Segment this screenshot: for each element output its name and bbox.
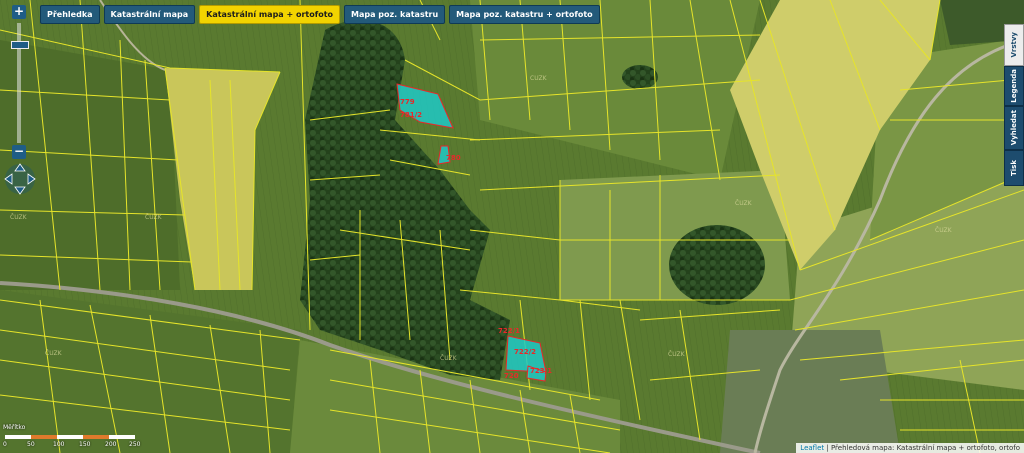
district-label: ČUZK — [668, 351, 686, 358]
side-tab-label: Vyhledat — [1010, 110, 1018, 146]
forest-round-grove — [669, 225, 765, 305]
scale-tick: 100 — [53, 441, 65, 448]
side-tab-vyhledat[interactable]: Vyhledat — [1004, 106, 1024, 150]
tab-katastralni-mapa-ortofoto[interactable]: Katastrální mapa + ortofoto — [199, 5, 341, 24]
district-label: ČUZK — [935, 227, 953, 234]
parcel-label: 781/2 — [400, 111, 422, 119]
scale-tick: 0 — [3, 441, 7, 448]
parcel-label: 779 — [400, 98, 415, 106]
scale-ruler — [5, 435, 135, 439]
side-tab-legenda[interactable]: Legenda — [1004, 66, 1024, 106]
district-label: ČUZK — [10, 214, 28, 221]
parcel-label: 722/1 — [498, 327, 520, 335]
side-tab-vrstvy[interactable]: Vrstvy — [1004, 24, 1024, 66]
side-tab-label: Tisk — [1010, 160, 1018, 176]
tab-prehledka[interactable]: Přehledka — [40, 5, 100, 24]
district-label: ČUZK — [45, 350, 63, 357]
parcel-label: 720 — [504, 372, 519, 380]
parcel-label: 722/2 — [514, 348, 536, 356]
district-label: ČUZK — [145, 214, 163, 221]
scale-tick: 50 — [27, 441, 35, 448]
tab-mapa-poz-katastru-ortofoto[interactable]: Mapa poz. katastru + ortofoto — [449, 5, 600, 24]
village-south — [720, 330, 900, 453]
attribution-text: | Přehledová mapa: Katastrální mapa + or… — [826, 444, 1020, 452]
zoom-slider-thumb[interactable] — [11, 41, 29, 49]
map-attribution: Leaflet | Přehledová mapa: Katastrální m… — [796, 443, 1024, 453]
scale-bar: Měřítko 0 50 100 150 200 250 — [3, 424, 143, 450]
parcel-label: 723/1 — [530, 367, 552, 375]
scale-tick: 250 — [129, 441, 141, 448]
district-label: ČUZK — [530, 75, 548, 82]
scale-title: Měřítko — [3, 424, 26, 431]
parcel-label: 780 — [446, 154, 461, 162]
side-tab-tisk[interactable]: Tisk — [1004, 150, 1024, 186]
scale-tick: 200 — [105, 441, 117, 448]
district-label: ČUZK — [440, 355, 458, 362]
side-tab-label: Legenda — [1010, 69, 1018, 103]
side-tab-label: Vrstvy — [1010, 32, 1018, 58]
zoom-out-button[interactable]: − — [12, 145, 26, 159]
scale-tick: 150 — [79, 441, 91, 448]
zoom-in-button[interactable]: + — [12, 5, 26, 19]
leaflet-link[interactable]: Leaflet — [800, 444, 824, 452]
tab-mapa-poz-katastru[interactable]: Mapa poz. katastru — [344, 5, 446, 24]
ortho-map[interactable]: 779 781/2 780 722/1 722/2 723/1 720 ČUZK… — [0, 0, 1024, 453]
tab-katastralni-mapa[interactable]: Katastrální mapa — [103, 5, 196, 24]
map-layer-tabs: Přehledka Katastrální mapa Katastrální m… — [40, 5, 600, 24]
forest-small-grove — [622, 65, 658, 89]
pan-control[interactable] — [3, 162, 37, 196]
zoom-control: + − — [8, 3, 30, 188]
district-label: ČUZK — [735, 200, 753, 207]
